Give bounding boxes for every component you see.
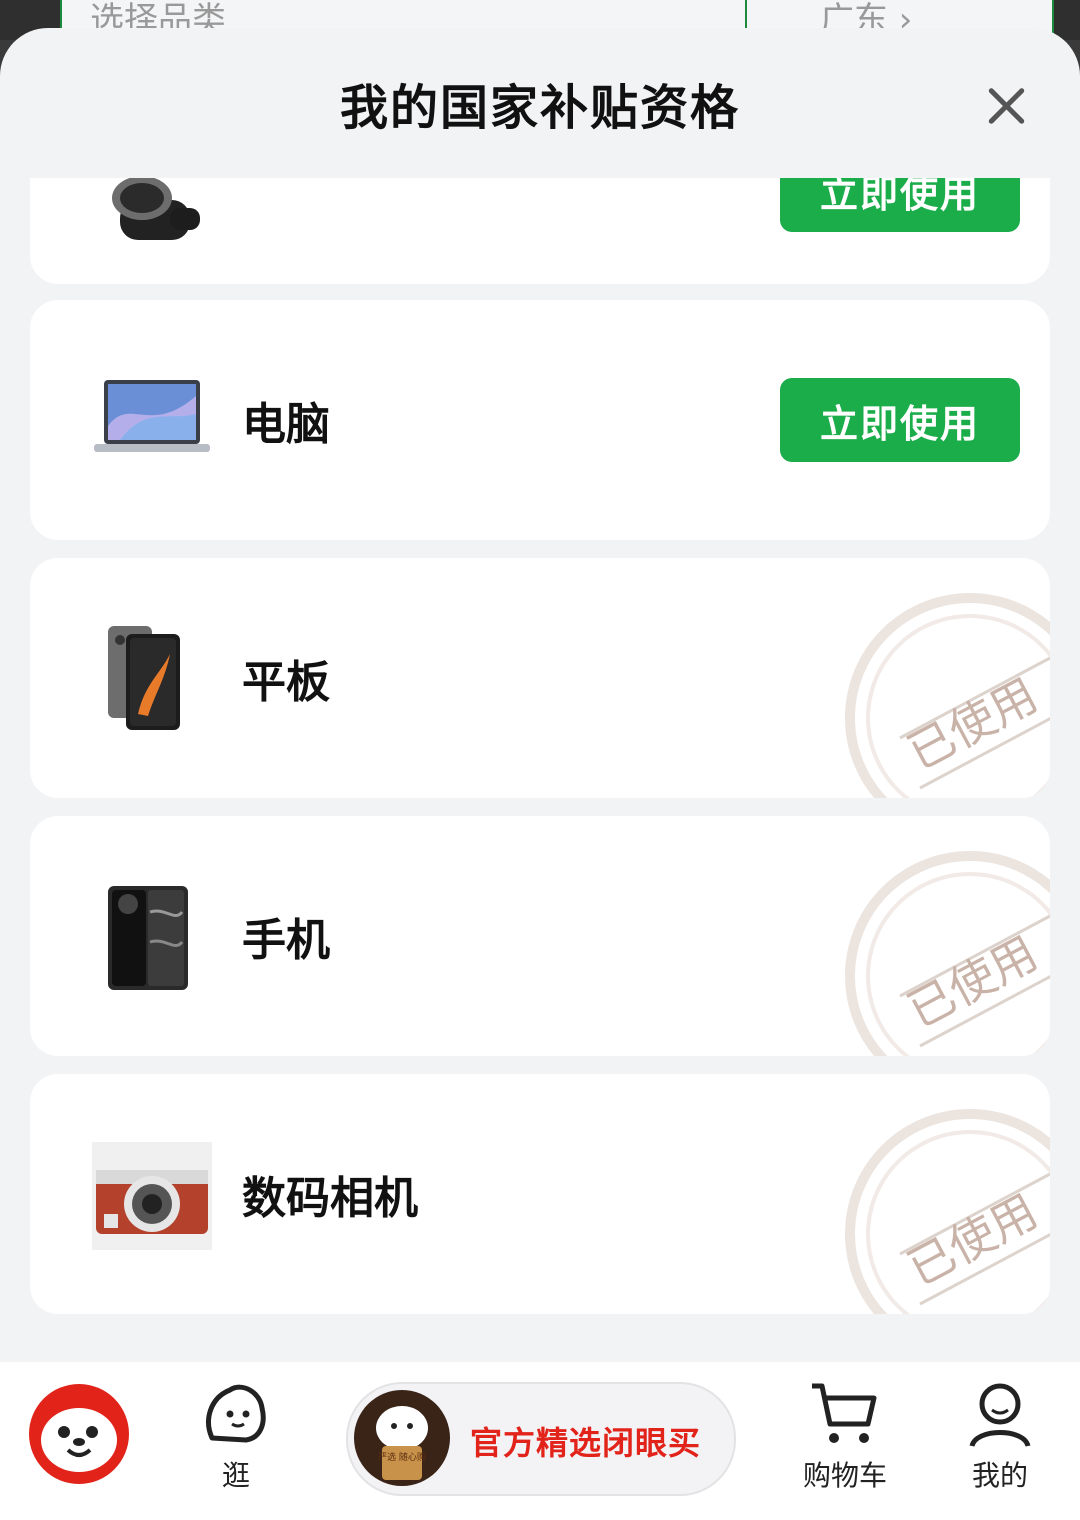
nav-home[interactable] [20, 1362, 140, 1520]
used-stamp-label: 已使用 [899, 926, 1046, 1038]
card-name: 平板 [242, 657, 330, 708]
jd-mascot-icon [29, 1384, 129, 1484]
bottom-navigation: 逛 严选 随心购 官方精选闭眼买 购物车 我的 [0, 1362, 1080, 1520]
nav-mine[interactable]: 我的 [950, 1362, 1050, 1520]
user-icon [969, 1383, 1031, 1448]
nav-mine-label: 我的 [971, 1459, 1028, 1492]
used-stamp-label: 已使用 [899, 1184, 1046, 1296]
browse-icon [206, 1384, 266, 1443]
used-stamp-icon: 已使用 [845, 593, 1050, 798]
sheet-title: 我的国家补贴资格 [339, 80, 740, 136]
qualification-card-computer: 电脑 立即使用 [30, 300, 1050, 540]
nav-cart-label: 购物车 [802, 1459, 887, 1492]
laptop-image [94, 380, 210, 452]
subsidy-bottom-sheet: 我的国家补贴资格 立即使用 电脑 立即使用 平板 已使用 手机 已使用 数码相机… [0, 28, 1080, 1520]
qualification-card-tablet: 平板 已使用 [30, 558, 1050, 798]
qualification-list[interactable]: 立即使用 电脑 立即使用 平板 已使用 手机 已使用 数码相机 已使用 [0, 178, 1080, 1363]
nav-browse-label: 逛 [221, 1459, 250, 1492]
promo-badge-text: 严选 随心购 [378, 1451, 426, 1463]
use-now-button[interactable]: 立即使用 [780, 378, 1020, 462]
close-icon[interactable] [984, 84, 1028, 128]
used-stamp-icon: 已使用 [845, 1109, 1050, 1314]
promo-banner-button[interactable]: 严选 随心购 官方精选闭眼买 [346, 1382, 736, 1496]
card-name: 数码相机 [242, 1173, 418, 1224]
tablet-image [108, 626, 180, 730]
camera-image [92, 1142, 212, 1250]
promo-mascot-icon: 严选 随心购 [354, 1390, 450, 1486]
phone-image [108, 886, 188, 990]
use-now-button[interactable]: 立即使用 [780, 178, 1020, 232]
smartwatch-image [112, 178, 200, 240]
used-stamp-icon: 已使用 [845, 851, 1050, 1056]
nav-cart[interactable]: 购物车 [790, 1362, 900, 1520]
qualification-card-watch: 立即使用 [30, 178, 1050, 284]
nav-browse[interactable]: 逛 [186, 1362, 286, 1520]
cart-icon [812, 1383, 877, 1443]
card-name: 手机 [242, 915, 330, 966]
qualification-card-phone: 手机 已使用 [30, 816, 1050, 1056]
card-name: 电脑 [242, 399, 330, 450]
used-stamp-label: 已使用 [899, 668, 1046, 780]
promo-label: 官方精选闭眼买 [470, 1424, 702, 1462]
qualification-card-camera: 数码相机 已使用 [30, 1074, 1050, 1314]
